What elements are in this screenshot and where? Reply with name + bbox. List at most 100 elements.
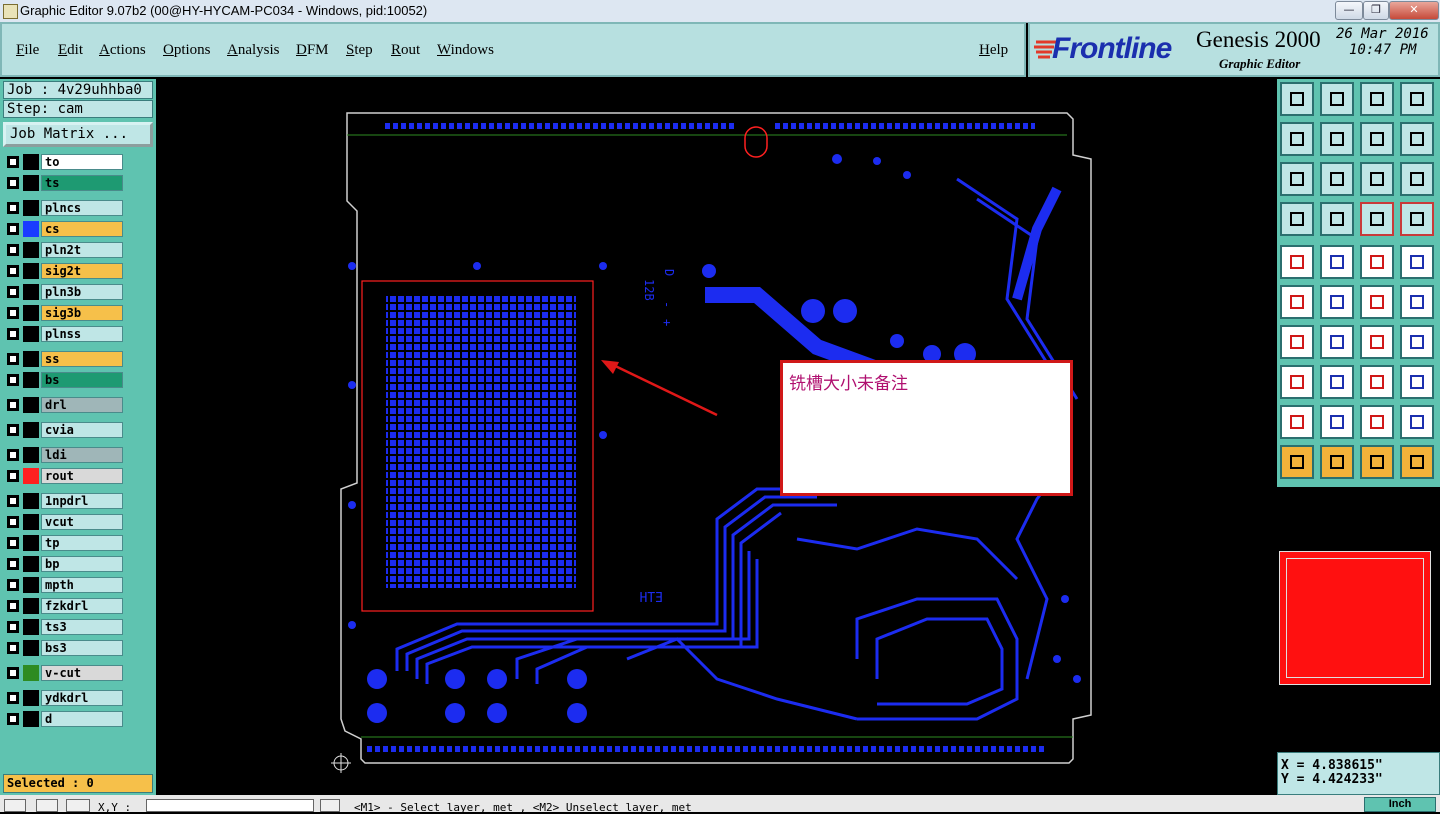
layer-row-1npdrl[interactable]: 1npdrl <box>5 493 125 509</box>
grid-icon[interactable] <box>1320 202 1354 236</box>
layer-row-sig2t[interactable]: sig2t <box>5 263 125 279</box>
measure-icon[interactable] <box>1360 365 1394 399</box>
layer-color-swatch[interactable] <box>23 535 39 551</box>
layer-row-bs3[interactable]: bs3 <box>5 640 125 656</box>
status-button-4[interactable] <box>320 799 340 812</box>
array-icon[interactable] <box>1400 365 1434 399</box>
layer-color-swatch[interactable] <box>23 154 39 170</box>
layer-color-swatch[interactable] <box>23 447 39 463</box>
layer-color-swatch[interactable] <box>23 468 39 484</box>
layer-checkbox[interactable] <box>7 537 19 549</box>
layer-color-swatch[interactable] <box>23 263 39 279</box>
layer-name[interactable]: plnss <box>41 326 123 342</box>
layer-checkbox[interactable] <box>7 642 19 654</box>
layer-color-swatch[interactable] <box>23 665 39 681</box>
layer-row-plncs[interactable]: plncs <box>5 200 125 216</box>
zoom-home-icon[interactable] <box>1280 82 1314 116</box>
layers-a-icon[interactable] <box>1360 202 1394 236</box>
layer-row-vcut[interactable]: vcut <box>5 514 125 530</box>
layer-color-swatch[interactable] <box>23 556 39 572</box>
layer-checkbox[interactable] <box>7 223 19 235</box>
layer-name[interactable]: ydkdrl <box>41 690 123 706</box>
net-icon[interactable] <box>1280 285 1314 319</box>
layer-row-plnss[interactable]: plnss <box>5 326 125 342</box>
layer-checkbox[interactable] <box>7 374 19 386</box>
layer-row-ss[interactable]: ss <box>5 351 125 367</box>
cursor-icon[interactable] <box>1360 445 1394 479</box>
line-icon[interactable] <box>1320 245 1354 279</box>
menu-file[interactable]: File <box>16 42 39 59</box>
layer-checkbox[interactable] <box>7 621 19 633</box>
layer-name[interactable]: cvia <box>41 422 123 438</box>
mirror-icon[interactable] <box>1400 325 1434 359</box>
target-icon[interactable] <box>1400 245 1434 279</box>
triangle-c-icon[interactable] <box>1360 405 1394 439</box>
layer-name[interactable]: bs <box>41 372 123 388</box>
status-button-2[interactable] <box>36 799 58 812</box>
layer-name[interactable]: plncs <box>41 200 123 216</box>
layer-name[interactable]: cs <box>41 221 123 237</box>
menu-analysis[interactable]: Analysis <box>227 42 280 59</box>
layer-checkbox[interactable] <box>7 424 19 436</box>
layer-color-swatch[interactable] <box>23 690 39 706</box>
snap-icon[interactable] <box>1400 285 1434 319</box>
window-split-icon[interactable] <box>1400 82 1434 116</box>
layer-row-ydkdrl[interactable]: ydkdrl <box>5 690 125 706</box>
layer-row-ts[interactable]: ts <box>5 175 125 191</box>
layer-color-swatch[interactable] <box>23 200 39 216</box>
units-selector[interactable]: Inch <box>1364 797 1436 812</box>
graphic-canvas[interactable]: D - + ETH 12B 铣槽大小未备注 <box>157 79 1275 795</box>
intersect-icon[interactable] <box>1320 285 1354 319</box>
layer-color-swatch[interactable] <box>23 284 39 300</box>
layer-color-swatch[interactable] <box>23 640 39 656</box>
overview-window[interactable] <box>1277 547 1440 687</box>
layer-row-cs[interactable]: cs <box>5 221 125 237</box>
layer-name[interactable]: ldi <box>41 447 123 463</box>
layer-checkbox[interactable] <box>7 177 19 189</box>
layer-name[interactable]: drl <box>41 397 123 413</box>
layer-checkbox[interactable] <box>7 399 19 411</box>
layer-checkbox[interactable] <box>7 495 19 507</box>
layer-name[interactable]: ts <box>41 175 123 191</box>
layer-color-swatch[interactable] <box>23 598 39 614</box>
layer-color-swatch[interactable] <box>23 619 39 635</box>
triangle-b-icon[interactable] <box>1320 405 1354 439</box>
layer-checkbox[interactable] <box>7 307 19 319</box>
layer-checkbox[interactable] <box>7 202 19 214</box>
connect-icon[interactable] <box>1360 285 1394 319</box>
stretch-icon[interactable] <box>1320 365 1354 399</box>
layer-checkbox[interactable] <box>7 328 19 340</box>
pan-right-icon[interactable] <box>1320 122 1354 156</box>
layer-name[interactable]: sig3b <box>41 305 123 321</box>
layer-row-mpth[interactable]: mpth <box>5 577 125 593</box>
layer-row-bp[interactable]: bp <box>5 556 125 572</box>
menu-help[interactable]: Help <box>979 42 1008 59</box>
layer-name[interactable]: 1npdrl <box>41 493 123 509</box>
layer-row-tp[interactable]: tp <box>5 535 125 551</box>
layer-name[interactable]: d <box>41 711 123 727</box>
layer-checkbox[interactable] <box>7 449 19 461</box>
layer-name[interactable]: mpth <box>41 577 123 593</box>
layer-name[interactable]: rout <box>41 468 123 484</box>
layer-checkbox[interactable] <box>7 692 19 704</box>
menu-options[interactable]: Options <box>163 42 211 59</box>
swap-icon[interactable] <box>1400 122 1434 156</box>
layer-name[interactable]: v-cut <box>41 665 123 681</box>
pad-icon[interactable] <box>1280 245 1314 279</box>
menu-edit[interactable]: Edit <box>58 42 83 59</box>
layer-color-swatch[interactable] <box>23 221 39 237</box>
zoom-board-icon[interactable] <box>1360 82 1394 116</box>
layer-color-swatch[interactable] <box>23 577 39 593</box>
layer-color-swatch[interactable] <box>23 711 39 727</box>
help-icon[interactable] <box>1400 162 1434 196</box>
layer-color-swatch[interactable] <box>23 351 39 367</box>
layer-row-to[interactable]: to <box>5 154 125 170</box>
layer-checkbox[interactable] <box>7 667 19 679</box>
layer-checkbox[interactable] <box>7 558 19 570</box>
layer-color-swatch[interactable] <box>23 372 39 388</box>
layer-color-swatch[interactable] <box>23 422 39 438</box>
menu-step[interactable]: Step <box>346 42 373 59</box>
layer-color-swatch[interactable] <box>23 326 39 342</box>
redraw-icon[interactable] <box>1360 122 1394 156</box>
layer-name[interactable]: vcut <box>41 514 123 530</box>
